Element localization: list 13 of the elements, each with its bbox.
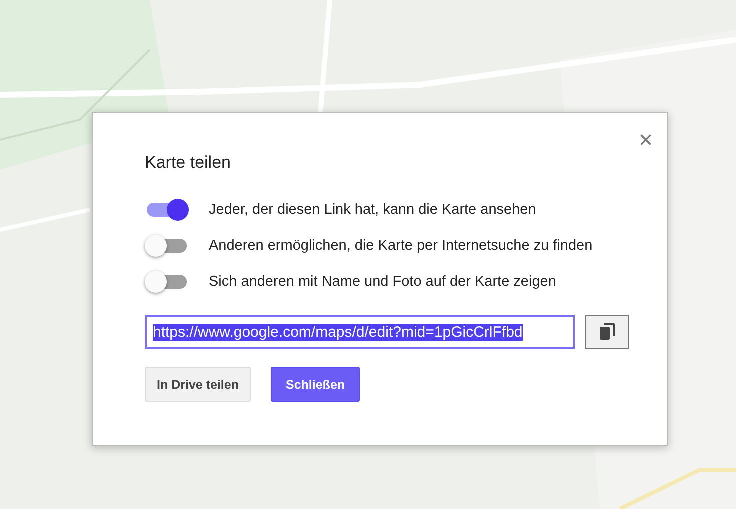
copy-icon	[599, 323, 616, 341]
option-label: Anderen ermöglichen, die Karte per Internetsuche zu finden	[209, 238, 593, 254]
toggle-switch[interactable]	[145, 271, 189, 293]
option-label: Jeder, der diesen Link hat, kann die Karte ansehen	[209, 202, 536, 218]
share-drive-button[interactable]: In Drive teilen	[145, 367, 251, 402]
dialog-title: Karte teilen	[145, 153, 232, 173]
toggle-switch[interactable]	[145, 235, 189, 257]
copy-button[interactable]	[585, 315, 629, 349]
toggle-switch[interactable]	[145, 199, 189, 221]
link-field[interactable]: https://www.google.com/maps/d/edit?mid=1pGicCrlFfbd	[145, 315, 576, 349]
close-button[interactable]: ×	[632, 127, 659, 155]
option-label: Sich anderen mit Name und Foto auf der Karte zeigen	[209, 274, 556, 290]
close-dialog-button[interactable]: Schließen	[270, 367, 360, 402]
